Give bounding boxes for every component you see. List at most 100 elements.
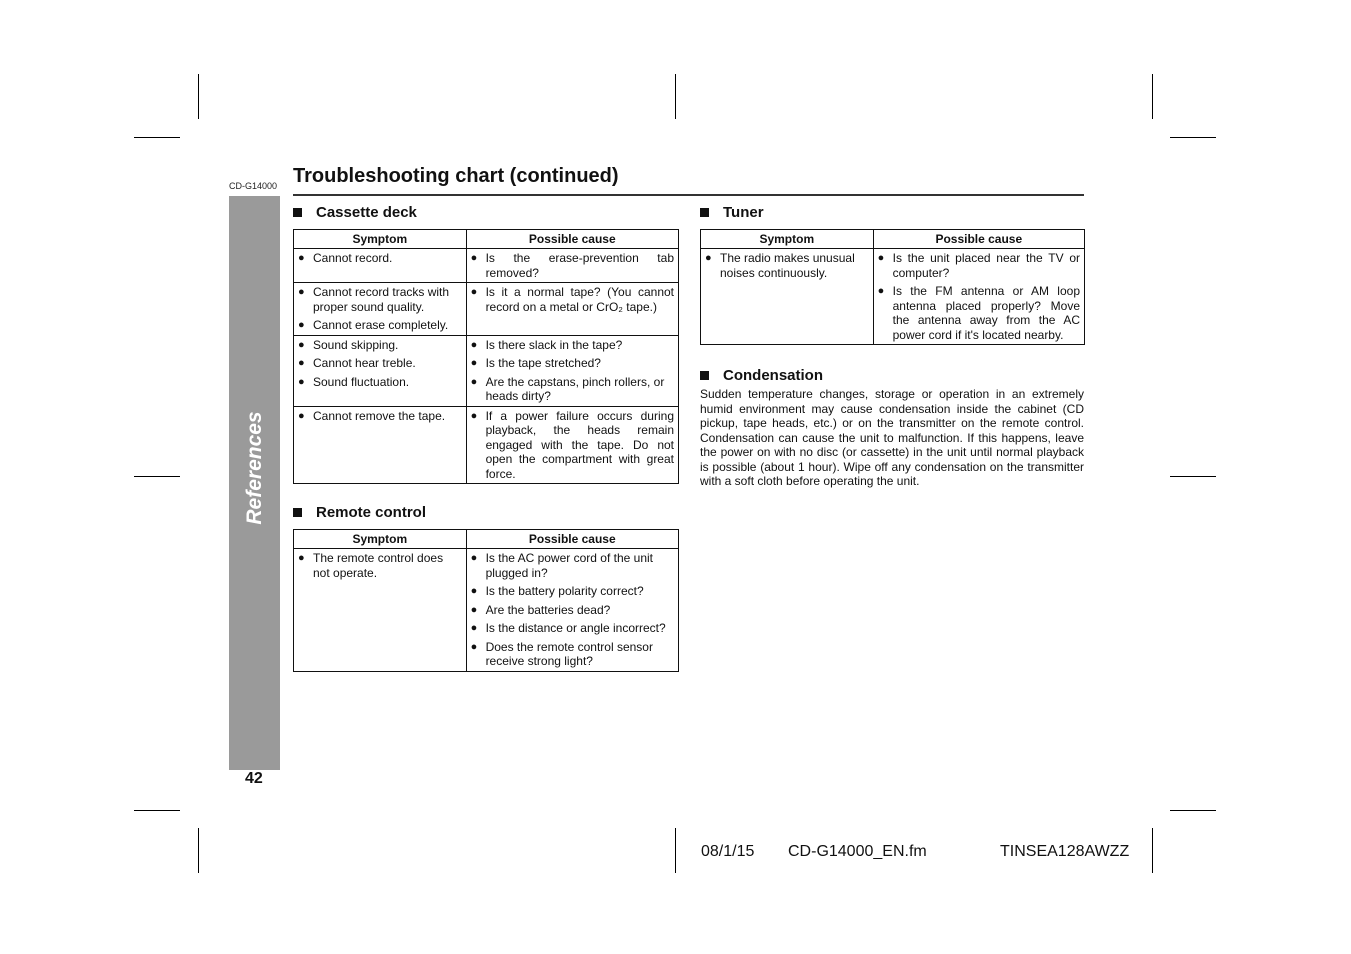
footer-file: CD-G14000_EN.fm: [788, 843, 927, 860]
bullet-icon: ●: [470, 585, 478, 597]
cause-text: Is the AC power cord of the unit plugged…: [485, 551, 653, 580]
crop-mark: [134, 810, 180, 811]
cause-text: Are the capstans, pinch rollers, or head…: [485, 374, 665, 404]
crop-mark: [134, 476, 180, 477]
section-heading-tuner: Tuner: [700, 204, 764, 221]
cause-text: Is the battery polarity correct?: [485, 584, 644, 598]
square-bullet-icon: [293, 508, 302, 517]
cause-cell: ● Is the unit placed near the TV or compu…: [872, 248, 1086, 345]
cassette-table: Symptom Possible cause ● Cannot record. ●…: [293, 229, 680, 484]
footer-date: 08/1/15: [701, 843, 755, 860]
cause-cell: ● Is the erase-prevention tab removed?: [465, 248, 680, 283]
cause-text: Are the batteries dead?: [485, 602, 611, 617]
bullet-icon: ●: [298, 552, 305, 564]
column-header-cause: Possible cause: [465, 529, 680, 549]
bullet-icon: ●: [470, 603, 478, 616]
crop-mark: [675, 74, 676, 119]
section-title: Cassette deck: [316, 204, 417, 221]
bullet-icon: ●: [470, 640, 478, 653]
symptom-text: The remote control does not operate.: [313, 551, 444, 580]
column-header-symptom: Symptom: [700, 229, 874, 249]
column-header-symptom: Symptom: [293, 229, 467, 249]
symptom-cell: ● The remote control does not operate.: [293, 548, 467, 672]
square-bullet-icon: [700, 371, 709, 380]
remote-table: Symptom Possible cause ● The remote contr…: [293, 529, 680, 672]
square-bullet-icon: [293, 208, 302, 217]
symptom-cell: ● Cannot record.: [293, 248, 467, 283]
cause-cell: ● Is there slack in the tape? ● Is the tap…: [465, 334, 680, 407]
bullet-icon: ●: [877, 285, 885, 297]
cause-text: Is there slack in the tape?: [485, 337, 623, 352]
crop-mark: [198, 828, 199, 873]
bullet-icon: ●: [470, 375, 478, 388]
cause-cell: ● Is it a normal tape? (You cannot record…: [465, 282, 680, 336]
bullet-icon: ●: [298, 357, 305, 369]
bullet-icon: ●: [470, 338, 478, 351]
section-heading-remote: Remote control: [293, 504, 426, 521]
cause-text: Is the tape stretched?: [485, 356, 601, 370]
symptom-cell: ● Cannot remove the tape.: [293, 405, 467, 484]
bullet-icon: ●: [298, 375, 305, 388]
symptom-cell: ● Cannot record tracks with proper sound …: [293, 282, 467, 336]
symptom-text: Cannot erase completely.: [313, 318, 449, 332]
column-header-symptom: Symptom: [293, 529, 467, 549]
cause-cell: ● Is the AC power cord of the unit plugge…: [465, 548, 680, 672]
title-rule: [293, 194, 1084, 196]
page-number: 42: [245, 770, 263, 787]
cause-text: Is the distance or angle incorrect?: [485, 621, 666, 635]
crop-mark: [198, 74, 199, 119]
bullet-icon: ●: [298, 252, 305, 264]
cause-text: Does the remote control sensor receive s…: [485, 639, 653, 669]
crop-mark: [1152, 828, 1153, 873]
table-row: ● Cannot remove the tape. ● If a power fai…: [293, 405, 680, 484]
section-title: Remote control: [316, 504, 427, 521]
symptom-cell: ● Sound skipping. ● Cannot hear treble. ● S…: [293, 334, 467, 407]
bullet-icon: ●: [705, 252, 712, 264]
cause-text: Is the unit placed near the TV or comput…: [892, 251, 1080, 280]
cause-cell: ● If a power failure occurs during playba…: [465, 405, 680, 484]
bullet-icon: ●: [470, 252, 478, 264]
table-row: ● The radio makes unusual noises continuo…: [700, 248, 1086, 345]
bullet-icon: ●: [298, 286, 305, 298]
crop-mark: [675, 828, 676, 873]
bullet-icon: ●: [298, 319, 305, 331]
page-title: Troubleshooting chart (continued): [293, 165, 619, 187]
cause-text: Is the erase-prevention tab removed?: [485, 251, 674, 280]
table-row: ● The remote control does not operate. ● I…: [293, 548, 680, 672]
cause-text: Is the FM antenna or AM loop antenna pla…: [892, 284, 1080, 342]
section-title: Tuner: [723, 204, 764, 221]
crop-mark: [1152, 74, 1153, 119]
bullet-icon: ●: [470, 357, 478, 369]
sidebar-label: References: [243, 411, 266, 525]
table-row: ● Cannot record. ● Is the erase-prevention…: [293, 248, 680, 283]
symptom-text: Cannot record tracks with proper sound q…: [313, 285, 450, 314]
bullet-icon: ●: [877, 252, 885, 264]
column-header-cause: Possible cause: [872, 229, 1086, 249]
section-heading-condensation: Condensation: [700, 367, 823, 384]
bullet-icon: ●: [298, 409, 305, 422]
table-row: ● Cannot record tracks with proper sound …: [293, 282, 680, 336]
symptom-text: Sound fluctuation.: [313, 374, 410, 389]
crop-mark: [134, 137, 180, 138]
table-row: ● Sound skipping. ● Cannot hear treble. ● S…: [293, 334, 680, 407]
square-bullet-icon: [700, 208, 709, 217]
column-header-cause: Possible cause: [465, 229, 680, 249]
symptom-text: Cannot hear treble.: [313, 356, 416, 370]
cause-text: If a power failure occurs during playbac…: [485, 408, 674, 481]
footer-code: TINSEA128AWZZ: [1000, 843, 1130, 860]
crop-mark: [1170, 137, 1216, 138]
bullet-icon: ●: [298, 338, 305, 351]
symptom-text: Cannot remove the tape.: [313, 408, 446, 423]
bullet-icon: ●: [470, 622, 478, 634]
crop-mark: [1170, 810, 1216, 811]
symptom-cell: ● The radio makes unusual noises continuo…: [700, 248, 874, 345]
section-heading-cassette: Cassette deck: [293, 204, 417, 221]
model-tag: CD-G14000: [229, 181, 278, 191]
bullet-icon: ●: [470, 552, 478, 564]
condensation-paragraph: Sudden temperature changes, storage or o…: [700, 387, 1084, 488]
bullet-icon: ●: [470, 286, 478, 298]
symptom-text: Sound skipping.: [313, 337, 399, 352]
symptom-text: The radio makes unusual noises continuou…: [720, 251, 855, 280]
cause-text: Is it a normal tape? (You cannot record …: [485, 285, 674, 314]
section-title: Condensation: [723, 367, 823, 384]
